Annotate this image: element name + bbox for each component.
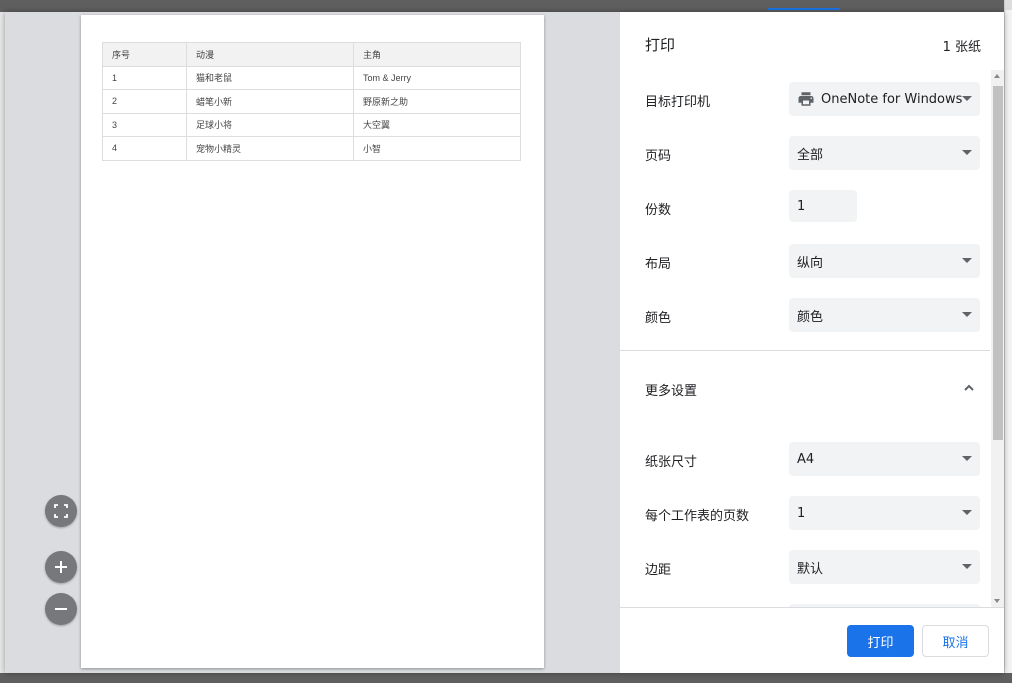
print-button[interactable]: 打印 [847, 625, 914, 657]
layout-row: 布局 纵向 [620, 244, 990, 278]
table-row: 2 蜡笔小新 野原新之助 [102, 89, 521, 114]
copies-row: 份数 [620, 190, 990, 224]
settings-scroll-area[interactable]: 目标打印机 OneNote for Windows 页码 全部 份数 1 布局 … [620, 70, 1004, 607]
cancel-button[interactable]: 取消 [922, 625, 989, 657]
destination-select[interactable]: OneNote for Windows [789, 82, 980, 116]
zoom-in-button[interactable] [45, 551, 77, 583]
table-cell: 猫和老鼠 [186, 65, 354, 90]
table-header-cell: 主角 [353, 42, 521, 67]
table-header-row: 序号 动漫 主角 [102, 42, 521, 67]
table-cell: 3 [102, 112, 187, 137]
background-window-bar [0, 0, 1012, 12]
panel-header: 打印 1 张纸 [620, 12, 1004, 72]
dropdown-arrow-icon [962, 312, 972, 317]
paper-size-select[interactable]: A4 [789, 442, 980, 476]
pages-per-sheet-label: 每个工作表的页数 [645, 509, 750, 524]
dialog-footer: 打印 取消 [620, 607, 1004, 673]
print-preview-area: 序号 动漫 主角 1 猫和老鼠 Tom & Jerry 2 蜡笔小新 野原新之助 3 足球小将 大空… [5, 12, 620, 673]
layout-select[interactable]: 纵向 [789, 244, 980, 278]
table-cell: 4 [102, 136, 187, 161]
preview-table: 序号 动漫 主角 1 猫和老鼠 Tom & Jerry 2 蜡笔小新 野原新之助 3 足球小将 大空… [102, 42, 521, 161]
pages-value: 全部 [797, 147, 824, 163]
sheet-count: 1 张纸 [942, 40, 981, 55]
pages-select[interactable]: 全部 [789, 136, 980, 170]
dropdown-arrow-icon [962, 96, 972, 101]
table-header-cell: 序号 [102, 42, 187, 67]
fit-to-page-icon [54, 504, 68, 518]
table-cell: 蜡笔小新 [186, 89, 354, 114]
background-bottom-bar [0, 673, 1012, 683]
layout-value: 纵向 [797, 255, 824, 271]
table-row: 3 足球小将 大空翼 [102, 112, 521, 137]
pages-label: 页码 [645, 149, 672, 164]
margins-value: 默认 [797, 561, 824, 577]
color-value: 颜色 [797, 309, 824, 325]
dialog-title: 打印 [645, 36, 676, 54]
scroll-down-arrow-icon[interactable] [994, 599, 1000, 603]
dropdown-arrow-icon [962, 258, 972, 263]
scrollbar-thumb[interactable] [993, 86, 1003, 440]
dropdown-arrow-icon [962, 510, 972, 515]
paper-size-row: 纸张尺寸 A4 [620, 442, 990, 476]
table-cell: 小智 [353, 136, 521, 161]
more-settings-label: 更多设置 [645, 384, 698, 399]
paper-size-label: 纸张尺寸 [645, 455, 698, 470]
background-page-strip [1004, 0, 1012, 683]
layout-label: 布局 [645, 257, 672, 272]
zoom-out-icon [55, 608, 67, 610]
color-label: 颜色 [645, 311, 672, 326]
print-dialog: 序号 动漫 主角 1 猫和老鼠 Tom & Jerry 2 蜡笔小新 野原新之助 3 足球小将 大空… [5, 12, 1004, 673]
pages-per-sheet-value: 1 [797, 505, 806, 521]
table-row: 1 猫和老鼠 Tom & Jerry [102, 65, 521, 90]
color-select[interactable]: 颜色 [789, 298, 980, 332]
scroll-up-arrow-icon[interactable] [994, 74, 1000, 78]
zoom-out-button[interactable] [45, 593, 77, 625]
table-row: 4 宠物小精灵 小智 [102, 136, 521, 161]
settings-scrollbar[interactable] [991, 70, 1004, 607]
destination-label: 目标打印机 [645, 95, 711, 110]
copies-input[interactable] [789, 190, 857, 222]
destination-value: OneNote for Windows [821, 91, 963, 107]
pages-per-sheet-select[interactable]: 1 [789, 496, 980, 530]
section-divider [620, 350, 990, 351]
settings-panel: 打印 1 张纸 目标打印机 OneNote for Windows 页码 全部 [620, 12, 1004, 673]
printer-icon [797, 90, 815, 108]
table-cell: 野原新之助 [353, 89, 521, 114]
pages-per-sheet-row: 每个工作表的页数 1 [620, 496, 990, 530]
background-tab-indicator [768, 8, 840, 10]
dropdown-arrow-icon [962, 150, 972, 155]
table-cell: 大空翼 [353, 112, 521, 137]
color-row: 颜色 颜色 [620, 298, 990, 332]
paper-size-value: A4 [797, 451, 815, 467]
table-header-cell: 动漫 [186, 42, 354, 67]
preview-page: 序号 动漫 主角 1 猫和老鼠 Tom & Jerry 2 蜡笔小新 野原新之助 3 足球小将 大空… [81, 15, 544, 668]
dropdown-arrow-icon [962, 456, 972, 461]
table-cell: Tom & Jerry [353, 65, 521, 90]
table-cell: 2 [102, 89, 187, 114]
dropdown-arrow-icon [962, 564, 972, 569]
table-cell: 足球小将 [186, 112, 354, 137]
pages-row: 页码 全部 [620, 136, 990, 170]
more-settings-toggle[interactable]: 更多设置 [620, 368, 990, 408]
table-cell: 宠物小精灵 [186, 136, 354, 161]
margins-select[interactable]: 默认 [789, 550, 980, 584]
margins-label: 边距 [645, 563, 672, 578]
fit-to-page-button[interactable] [45, 495, 77, 527]
copies-label: 份数 [645, 203, 672, 218]
destination-row: 目标打印机 OneNote for Windows [620, 82, 990, 116]
margins-row: 边距 默认 [620, 550, 990, 584]
table-cell: 1 [102, 65, 187, 90]
zoom-in-icon [55, 561, 67, 573]
chevron-up-icon [964, 384, 974, 391]
